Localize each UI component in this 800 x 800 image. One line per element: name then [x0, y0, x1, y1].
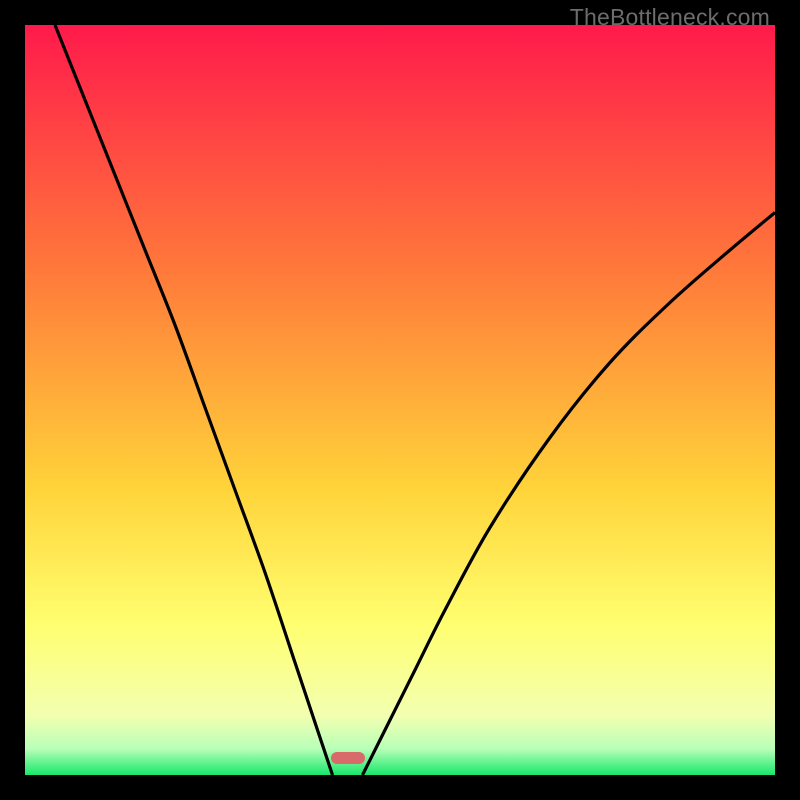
minimum-marker [331, 752, 365, 764]
gradient-background [25, 25, 775, 775]
chart-frame [25, 25, 775, 775]
watermark-text: TheBottleneck.com [570, 4, 770, 31]
